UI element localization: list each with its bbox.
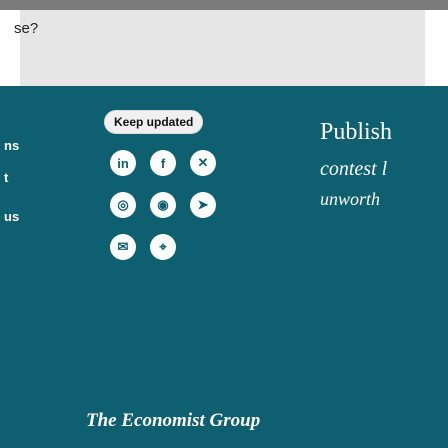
left-label-2: t [4, 170, 9, 185]
brand-text: The Economist Group [86, 410, 261, 431]
right-line-3: unworth [320, 189, 381, 209]
x-icon[interactable]: ✕ [190, 150, 216, 176]
keep-updated-button[interactable]: Keep updated [104, 110, 204, 134]
left-edge-strip: ns t us [0, 86, 24, 448]
top-fragment-text: se? [14, 20, 39, 37]
linkedin-icon[interactable]: in [110, 150, 136, 176]
image-placeholder [20, 10, 425, 86]
footer-panel: Keep updated in f ✕ ◎ ◉ ➤ ✉ ⌖ Publish co… [24, 86, 448, 448]
instagram-icon[interactable]: ◎ [110, 192, 136, 218]
top-strip [0, 0, 448, 10]
right-heading: Publish [320, 119, 393, 145]
social-icons: in f ✕ ◎ ◉ ➤ ✉ ⌖ [110, 150, 230, 276]
facebook-icon[interactable]: f [150, 150, 176, 176]
footer-area: ns t us Keep updated in f ✕ ◎ ◉ ➤ ✉ ⌖ Pu… [0, 86, 448, 448]
left-label-3: us [4, 209, 20, 224]
top-panel: se? [0, 0, 448, 86]
telegram-icon[interactable]: ➤ [190, 192, 216, 218]
email-icon[interactable]: ✉ [110, 234, 136, 260]
left-label-1: ns [4, 138, 20, 153]
right-line-2: contest l [320, 158, 388, 180]
location-icon[interactable]: ⌖ [150, 234, 176, 260]
whatsapp-icon[interactable]: ◉ [150, 192, 176, 218]
